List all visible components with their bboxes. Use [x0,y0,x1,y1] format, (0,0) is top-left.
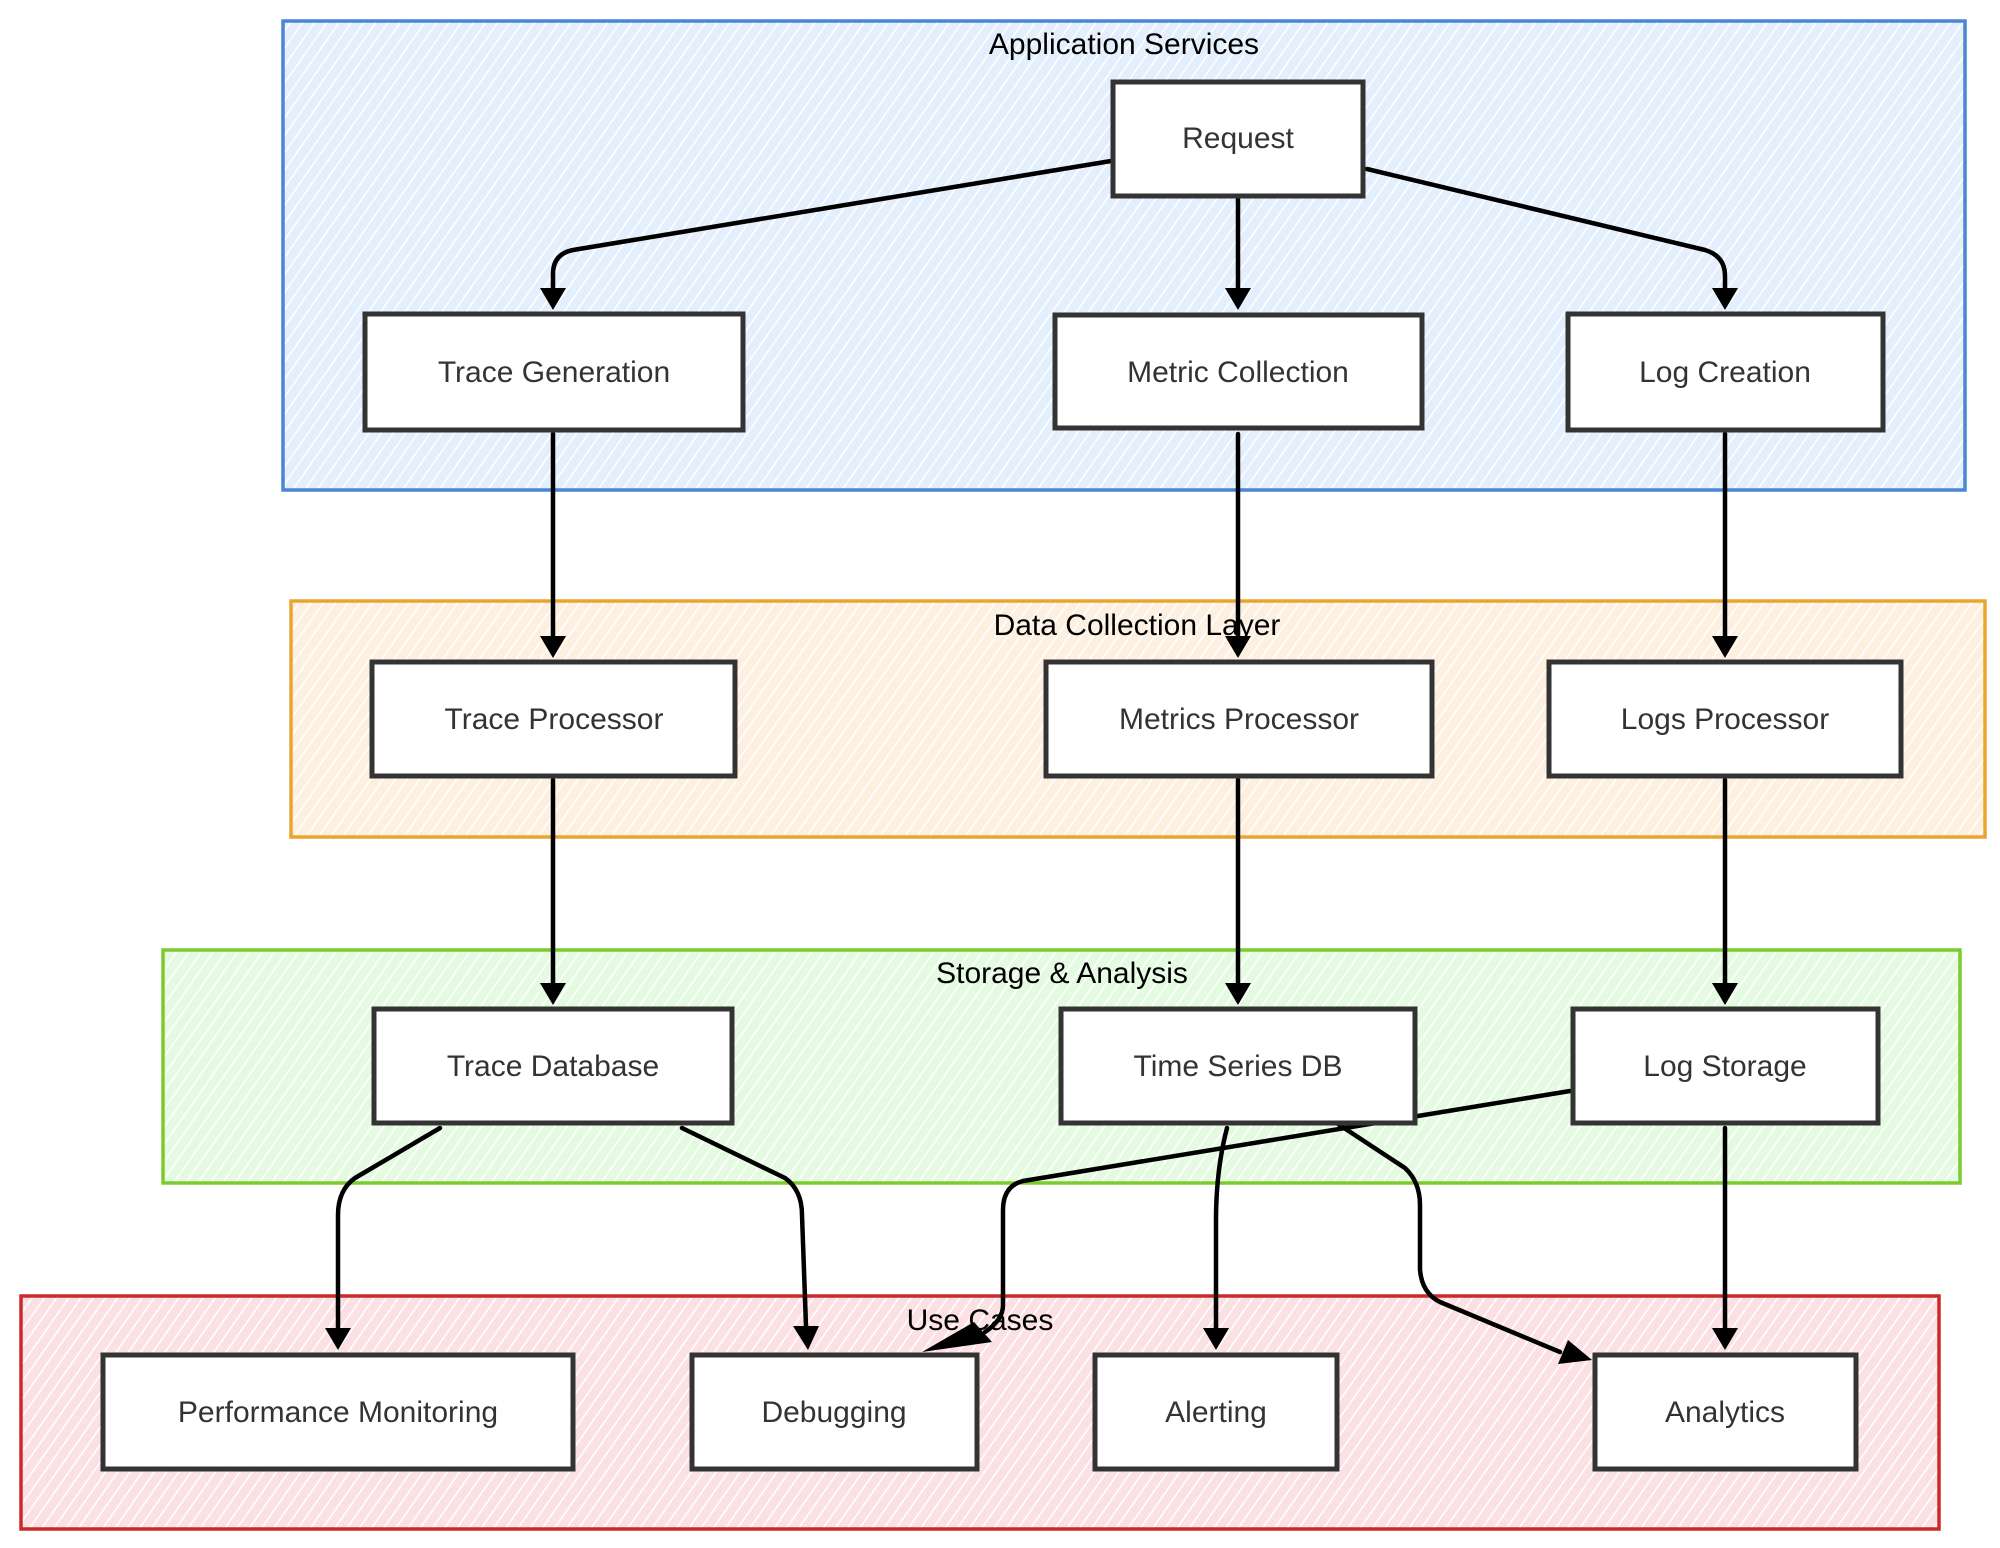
node-label: Logs Processor [1621,703,1829,736]
node-label: Log Creation [1639,356,1811,389]
node-label: Alerting [1165,1396,1267,1429]
node-trace-processor[interactable]: Trace Processor [369,659,738,779]
node-label: Trace Database [447,1050,659,1083]
observability-flow-diagram: Application Services Data Collection Lay… [19,19,1987,1531]
node-label: Metric Collection [1127,356,1349,389]
node-label: Log Storage [1643,1050,1806,1083]
node-trace-generation[interactable]: Trace Generation [362,311,746,433]
node-label: Request [1182,122,1294,155]
node-label: Analytics [1665,1396,1785,1429]
cluster-label: Application Services [989,28,1259,61]
node-analytics[interactable]: Analytics [1592,1352,1859,1472]
node-label: Trace Processor [445,703,664,736]
node-log-creation[interactable]: Log Creation [1565,311,1886,433]
node-performance-monitoring[interactable]: Performance Monitoring [100,1352,576,1472]
cluster-label: Storage & Analysis [936,957,1188,990]
node-label: Metrics Processor [1119,703,1359,736]
node-trace-database[interactable]: Trace Database [371,1006,735,1126]
node-label: Trace Generation [438,356,670,389]
node-log-storage[interactable]: Log Storage [1570,1006,1881,1126]
node-label: Performance Monitoring [178,1396,498,1429]
node-metric-collection[interactable]: Metric Collection [1052,312,1425,431]
node-time-series-db[interactable]: Time Series DB [1058,1006,1418,1126]
node-alerting[interactable]: Alerting [1092,1352,1340,1472]
node-debugging[interactable]: Debugging [689,1352,980,1472]
node-label: Debugging [761,1396,906,1429]
node-request[interactable]: Request [1110,79,1366,199]
node-metrics-processor[interactable]: Metrics Processor [1043,659,1435,779]
node-label: Time Series DB [1134,1050,1343,1083]
node-logs-processor[interactable]: Logs Processor [1546,659,1904,779]
